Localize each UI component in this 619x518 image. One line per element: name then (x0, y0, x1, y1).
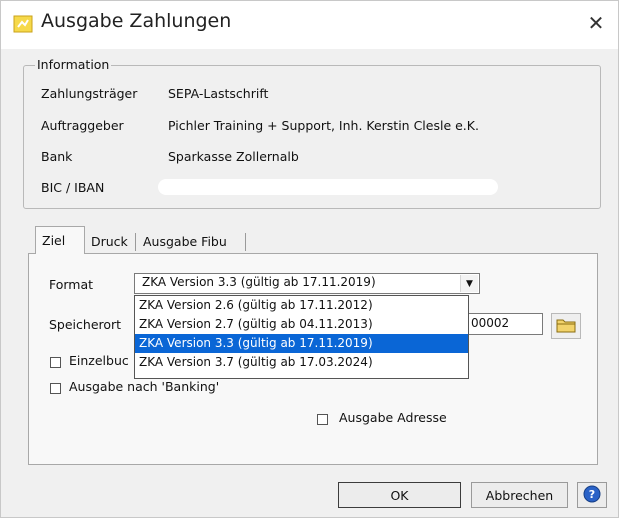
folder-icon (556, 317, 576, 336)
speicherort-input[interactable]: 00002 (467, 313, 543, 335)
tab-ausgabe-fibu[interactable]: Ausgabe Fibu (137, 229, 233, 253)
info-value-bank: Sparkasse Zollernalb (168, 149, 299, 164)
redacted-bic-iban (158, 179, 498, 195)
ok-button[interactable]: OK (338, 482, 461, 508)
app-icon (13, 14, 33, 34)
format-option[interactable]: ZKA Version 3.7 (gültig ab 17.03.2024) (135, 353, 468, 372)
format-selected-value: ZKA Version 3.3 (gültig ab 17.11.2019) (142, 275, 376, 289)
einzelbuchung-label: Einzelbuc (69, 353, 129, 368)
title-bar[interactable]: Ausgabe Zahlungen ✕ (1, 1, 618, 49)
format-dropdown-list: ZKA Version 2.6 (gültig ab 17.11.2012) Z… (134, 295, 469, 379)
tab-druck[interactable]: Druck (85, 229, 134, 253)
format-label: Format (49, 277, 94, 292)
info-label-bic-iban: BIC / IBAN (41, 180, 105, 195)
dialog-window: Ausgabe Zahlungen ✕ Information Zahlungs… (0, 0, 619, 518)
info-value-zahlungstraeger: SEPA-Lastschrift (168, 86, 269, 101)
format-option[interactable]: ZKA Version 2.7 (gültig ab 04.11.2013) (135, 315, 468, 334)
chevron-down-icon[interactable]: ▼ (460, 275, 478, 292)
help-icon: ? (583, 485, 601, 506)
info-label-auftraggeber: Auftraggeber (41, 118, 124, 133)
window-title: Ausgabe Zahlungen (41, 10, 232, 32)
tab-ziel[interactable]: Ziel (35, 226, 85, 254)
speicherort-label: Speicherort (49, 317, 122, 332)
format-option-highlighted[interactable]: ZKA Version 3.3 (gültig ab 17.11.2019) (135, 334, 468, 353)
help-button[interactable]: ? (577, 482, 607, 508)
browse-folder-button[interactable] (551, 313, 581, 339)
einzelbuchung-checkbox[interactable] (50, 357, 61, 368)
close-icon[interactable]: ✕ (580, 7, 612, 39)
banking-checkbox[interactable] (50, 383, 61, 394)
info-label-bank: Bank (41, 149, 73, 164)
cancel-button[interactable]: Abbrechen (471, 482, 568, 508)
info-label-zahlungstraeger: Zahlungsträger (41, 86, 138, 101)
tab-separator (135, 233, 136, 251)
information-legend: Information (35, 57, 112, 72)
speicherort-value: 00002 (471, 316, 510, 330)
tab-separator (245, 233, 246, 251)
format-option[interactable]: ZKA Version 2.6 (gültig ab 17.11.2012) (135, 296, 468, 315)
format-select[interactable]: ZKA Version 3.3 (gültig ab 17.11.2019) ▼ (134, 273, 480, 294)
banking-label: Ausgabe nach 'Banking' (69, 379, 220, 394)
svg-text:?: ? (589, 488, 595, 501)
adresse-label: Ausgabe Adresse (339, 410, 447, 425)
info-value-auftraggeber: Pichler Training + Support, Inh. Kerstin… (168, 118, 479, 133)
adresse-checkbox[interactable] (317, 414, 328, 425)
